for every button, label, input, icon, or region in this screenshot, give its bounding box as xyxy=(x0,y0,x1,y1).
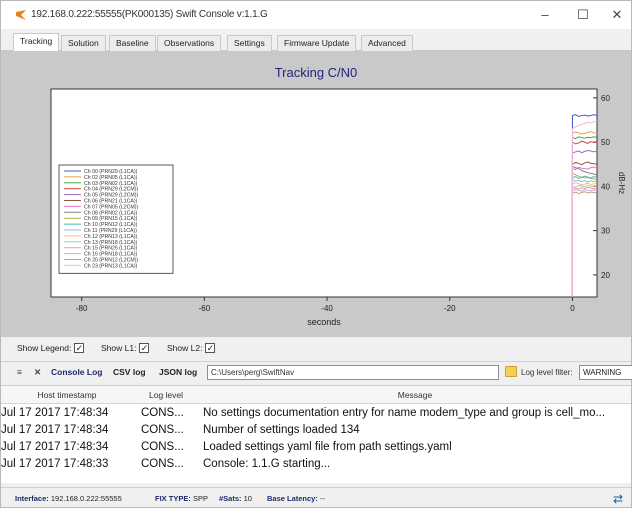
log-level-filter-value: WARNING xyxy=(583,368,622,377)
log-table-header: Host timestamp Log level Message xyxy=(1,386,631,404)
show-legend-option[interactable]: Show Legend: ✓ xyxy=(17,343,85,353)
log-table: Host timestamp Log level Message Jul 17 … xyxy=(1,385,631,483)
row-level: CONS... xyxy=(141,407,184,419)
row-timestamp: Jul 17 2017 17:48:34 xyxy=(1,441,109,453)
close-button[interactable]: ✕ xyxy=(605,5,629,25)
table-row[interactable]: Jul 17 2017 17:48:34 CONS... Loaded sett… xyxy=(1,441,631,457)
show-l1-label: Show L1: xyxy=(101,343,137,353)
tracking-plot-panel: Tracking C/N0 -80 -60 -40 -20 0 seconds 20 30 40… xyxy=(1,51,631,337)
legend-entry: Ch 23 (PRN13 (L1CA)) xyxy=(84,263,138,269)
row-message: Loaded settings yaml file from path sett… xyxy=(203,441,452,453)
show-l2-checkbox[interactable]: ✓ xyxy=(205,343,216,353)
folder-icon[interactable] xyxy=(505,366,517,377)
status-interface-value: 192.168.0.222:55555 xyxy=(50,494,122,503)
status-sats-label: #Sats: xyxy=(219,494,242,503)
status-sats: #Sats: 10 xyxy=(219,494,252,503)
x-axis-label: seconds xyxy=(307,317,341,327)
tab-baseline[interactable]: Baseline xyxy=(109,35,156,51)
tab-settings[interactable]: Settings xyxy=(227,35,272,51)
status-fix-value: SPP xyxy=(192,494,208,503)
header-log-level[interactable]: Log level xyxy=(133,390,199,400)
status-latency-value: -- xyxy=(319,494,325,503)
status-interface-label: Interface: xyxy=(15,494,49,503)
tab-tracking[interactable]: Tracking xyxy=(13,33,60,51)
log-toolbar: ≡ ✕ Console Log CSV log JSON log Log lev… xyxy=(1,361,632,383)
title-bar: 192.168.0.222:55555(PK000135) Swift Cons… xyxy=(1,1,631,29)
minimize-button[interactable]: – xyxy=(533,5,557,25)
y-axis-label: dB-Hz xyxy=(617,172,626,194)
row-level: CONS... xyxy=(141,424,184,436)
refresh-icon[interactable]: ⇄ xyxy=(613,492,623,506)
status-latency-label: Base Latency: xyxy=(267,494,318,503)
x-tick-label: -40 xyxy=(321,304,333,313)
row-timestamp: Jul 17 2017 17:48:34 xyxy=(1,407,109,419)
show-l2-label: Show L2: xyxy=(167,343,203,353)
x-tick-label: -80 xyxy=(76,304,88,313)
tracking-cn0-chart: -80 -60 -40 -20 0seconds2030405060dB-HzCh 00… xyxy=(50,88,626,327)
x-tick-label: -20 xyxy=(444,304,456,313)
log-level-filter-select[interactable]: WARNING xyxy=(579,365,632,380)
x-tick-label: 0 xyxy=(570,304,575,313)
row-timestamp: Jul 17 2017 17:48:34 xyxy=(1,424,109,436)
row-message: Console: 1.1.G starting... xyxy=(203,458,331,470)
status-fix-label: FIX TYPE: xyxy=(155,494,191,503)
window-title: 192.168.0.222:55555(PK000135) Swift Cons… xyxy=(31,9,268,20)
row-timestamp: Jul 17 2017 17:48:33 xyxy=(1,458,109,470)
tab-observations[interactable]: Observations xyxy=(157,35,222,51)
json-log-toggle[interactable]: JSON log xyxy=(159,367,197,377)
row-level: CONS... xyxy=(141,458,184,470)
show-l1-option[interactable]: Show L1: ✓ xyxy=(101,343,150,353)
swift-logo-icon xyxy=(16,10,26,20)
plot-options-row: Show Legend: ✓ Show L1: ✓ Show L2: ✓ xyxy=(1,339,631,359)
x-tick-label: -60 xyxy=(199,304,211,313)
show-legend-checkbox[interactable]: ✓ xyxy=(74,343,85,353)
status-interface: Interface: 192.168.0.222:55555 xyxy=(15,494,122,503)
tab-advanced[interactable]: Advanced xyxy=(361,35,413,51)
log-path-input[interactable] xyxy=(207,365,499,380)
tab-bar: Tracking Solution Baseline Observations … xyxy=(1,29,631,51)
status-sats-value: 10 xyxy=(243,494,252,503)
status-fix-type: FIX TYPE: SPP xyxy=(155,494,208,503)
show-l1-checkbox[interactable]: ✓ xyxy=(139,343,150,353)
y-tick-label: 30 xyxy=(601,227,610,236)
console-log-tab[interactable]: Console Log xyxy=(51,367,102,377)
row-message: No settings documentation entry for name… xyxy=(203,407,606,419)
header-host-timestamp[interactable]: Host timestamp xyxy=(1,390,133,400)
tab-solution[interactable]: Solution xyxy=(61,35,106,51)
swift-console-window: 192.168.0.222:55555(PK000135) Swift Cons… xyxy=(0,0,632,508)
maximize-button[interactable]: ☐ xyxy=(571,5,595,25)
y-tick-label: 50 xyxy=(601,138,610,147)
show-l2-option[interactable]: Show L2: ✓ xyxy=(167,343,216,353)
table-row[interactable]: Jul 17 2017 17:48:34 CONS... No settings… xyxy=(1,407,631,423)
log-level-filter-label: Log level filter: xyxy=(521,368,573,377)
table-row[interactable]: Jul 17 2017 17:48:34 CONS... Number of s… xyxy=(1,424,631,440)
y-tick-label: 40 xyxy=(601,182,610,191)
status-base-latency: Base Latency: -- xyxy=(267,494,325,503)
tab-firmware-update[interactable]: Firmware Update xyxy=(277,35,357,51)
csv-log-toggle[interactable]: CSV log xyxy=(113,367,146,377)
row-level: CONS... xyxy=(141,441,184,453)
table-row[interactable]: Jul 17 2017 17:48:33 CONS... Console: 1.… xyxy=(1,458,631,474)
y-tick-label: 20 xyxy=(601,271,610,280)
row-message: Number of settings loaded 134 xyxy=(203,424,360,436)
show-legend-label: Show Legend: xyxy=(17,343,72,353)
y-tick-label: 60 xyxy=(601,94,610,103)
status-bar: Interface: 192.168.0.222:55555 FIX TYPE:… xyxy=(1,487,631,507)
header-message[interactable]: Message xyxy=(199,390,631,400)
close-icon[interactable]: ✕ xyxy=(34,367,41,378)
menu-icon[interactable]: ≡ xyxy=(17,367,22,377)
